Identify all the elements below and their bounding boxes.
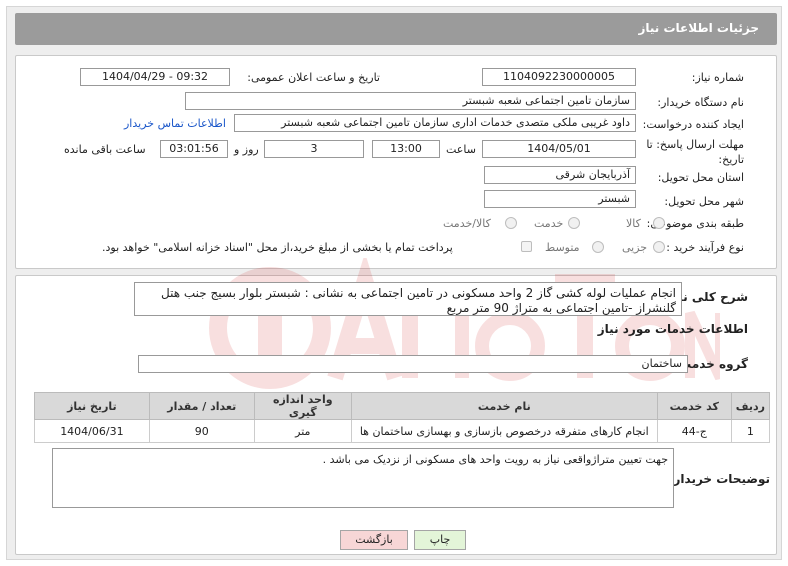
print-button[interactable]: چاپ [414, 530, 466, 550]
service-group-field: ساختمان [138, 355, 688, 373]
category-radio-goods[interactable] [653, 217, 665, 229]
title-bar: جزئیات اطلاعات نیاز [15, 13, 777, 45]
row-unit: متر [253, 419, 352, 443]
deadline-time-field: 13:00 [372, 140, 440, 158]
deadline-time-label: ساعت [446, 143, 476, 156]
creator-label: ایجاد کننده درخواست: [642, 118, 744, 131]
description-textarea: انجام عملیات لوله کشی گاز 2 واحد مسکونی … [134, 282, 682, 316]
col-name: نام خدمت [350, 392, 658, 420]
category-radio-goods-service[interactable] [505, 217, 517, 229]
row-date: 1404/06/31 [34, 419, 150, 443]
process-label: نوع فرآیند خرید : [666, 241, 744, 254]
need-number-label: شماره نیاز: [691, 71, 744, 84]
row-qty: 90 [148, 419, 255, 443]
row-index: 1 [730, 419, 771, 443]
services-section-title: اطلاعات خدمات مورد نیاز [597, 322, 748, 336]
table-row: 1 ج-44 انجام کارهای متفرقه درخصوص بازساز… [34, 419, 771, 443]
remaining-time-field: 03:01:56 [160, 140, 228, 158]
deadline-date-field: 1404/05/01 [482, 140, 636, 158]
services-table: ردیف کد خدمت نام خدمت واحد اندازه گیری ت… [34, 392, 771, 443]
process-option-minor: جزیی [622, 241, 648, 254]
process-option-medium: متوسط [545, 241, 580, 254]
back-button[interactable]: بازگشت [340, 530, 408, 550]
buyer-contact-link[interactable]: اطلاعات تماس خریدار [124, 117, 226, 130]
category-radio-service[interactable] [568, 217, 580, 229]
col-unit: واحد اندازه گیری [253, 392, 352, 420]
treasury-payment-checkbox[interactable] [521, 241, 532, 252]
category-option-goods: کالا [626, 217, 641, 230]
col-qty: تعداد / مقدار [148, 392, 255, 420]
days-field: 3 [264, 140, 364, 158]
city-label: شهر محل تحویل: [664, 195, 744, 208]
page-title: جزئیات اطلاعات نیاز [638, 21, 759, 35]
row-name: انجام کارهای متفرقه درخصوص بازسازی و بهس… [350, 419, 658, 443]
buyer-org-label: نام دستگاه خریدار: [657, 96, 744, 109]
province-label: استان محل تحویل: [657, 171, 744, 184]
creator-field: داود غریبی ملکی متصدی خدمات اداری سازمان… [234, 114, 636, 132]
deadline-label-text: مهلت ارسال پاسخ: تا تاریخ: [646, 138, 744, 166]
need-number-field: 1104092230000005 [482, 68, 636, 86]
days-label: روز و [234, 143, 259, 156]
announce-label: تاریخ و ساعت اعلان عمومی: [247, 71, 380, 84]
category-option-goods-service: کالا/خدمت [443, 217, 491, 230]
buyer-org-field: سازمان تامین اجتماعی شعبه شبستر [185, 92, 636, 110]
announce-field: 1404/04/29 - 09:32 [80, 68, 230, 86]
col-code: کد خدمت [656, 392, 732, 420]
row-code: ج-44 [656, 419, 732, 443]
buyer-notes-textarea: جهت تعیین متراژواقعی نیاز به رویت واحد ه… [52, 448, 674, 508]
process-radio-minor[interactable] [653, 241, 665, 253]
deadline-label: مهلت ارسال پاسخ: تا تاریخ: [644, 137, 744, 167]
category-option-service: خدمت [534, 217, 564, 230]
city-field: شبستر [484, 190, 636, 208]
buyer-notes-label: توضیحات خریدار: [668, 472, 770, 486]
col-date: تاریخ نیاز [34, 392, 150, 420]
province-field: آذربایجان شرقی [484, 166, 636, 184]
payment-note: پرداخت تمام یا بخشی از مبلغ خرید،از محل … [102, 241, 453, 254]
process-radio-medium[interactable] [592, 241, 604, 253]
services-table-header: ردیف کد خدمت نام خدمت واحد اندازه گیری ت… [34, 392, 771, 420]
remaining-label: ساعت باقی مانده [64, 143, 146, 156]
col-index: ردیف [730, 392, 771, 420]
